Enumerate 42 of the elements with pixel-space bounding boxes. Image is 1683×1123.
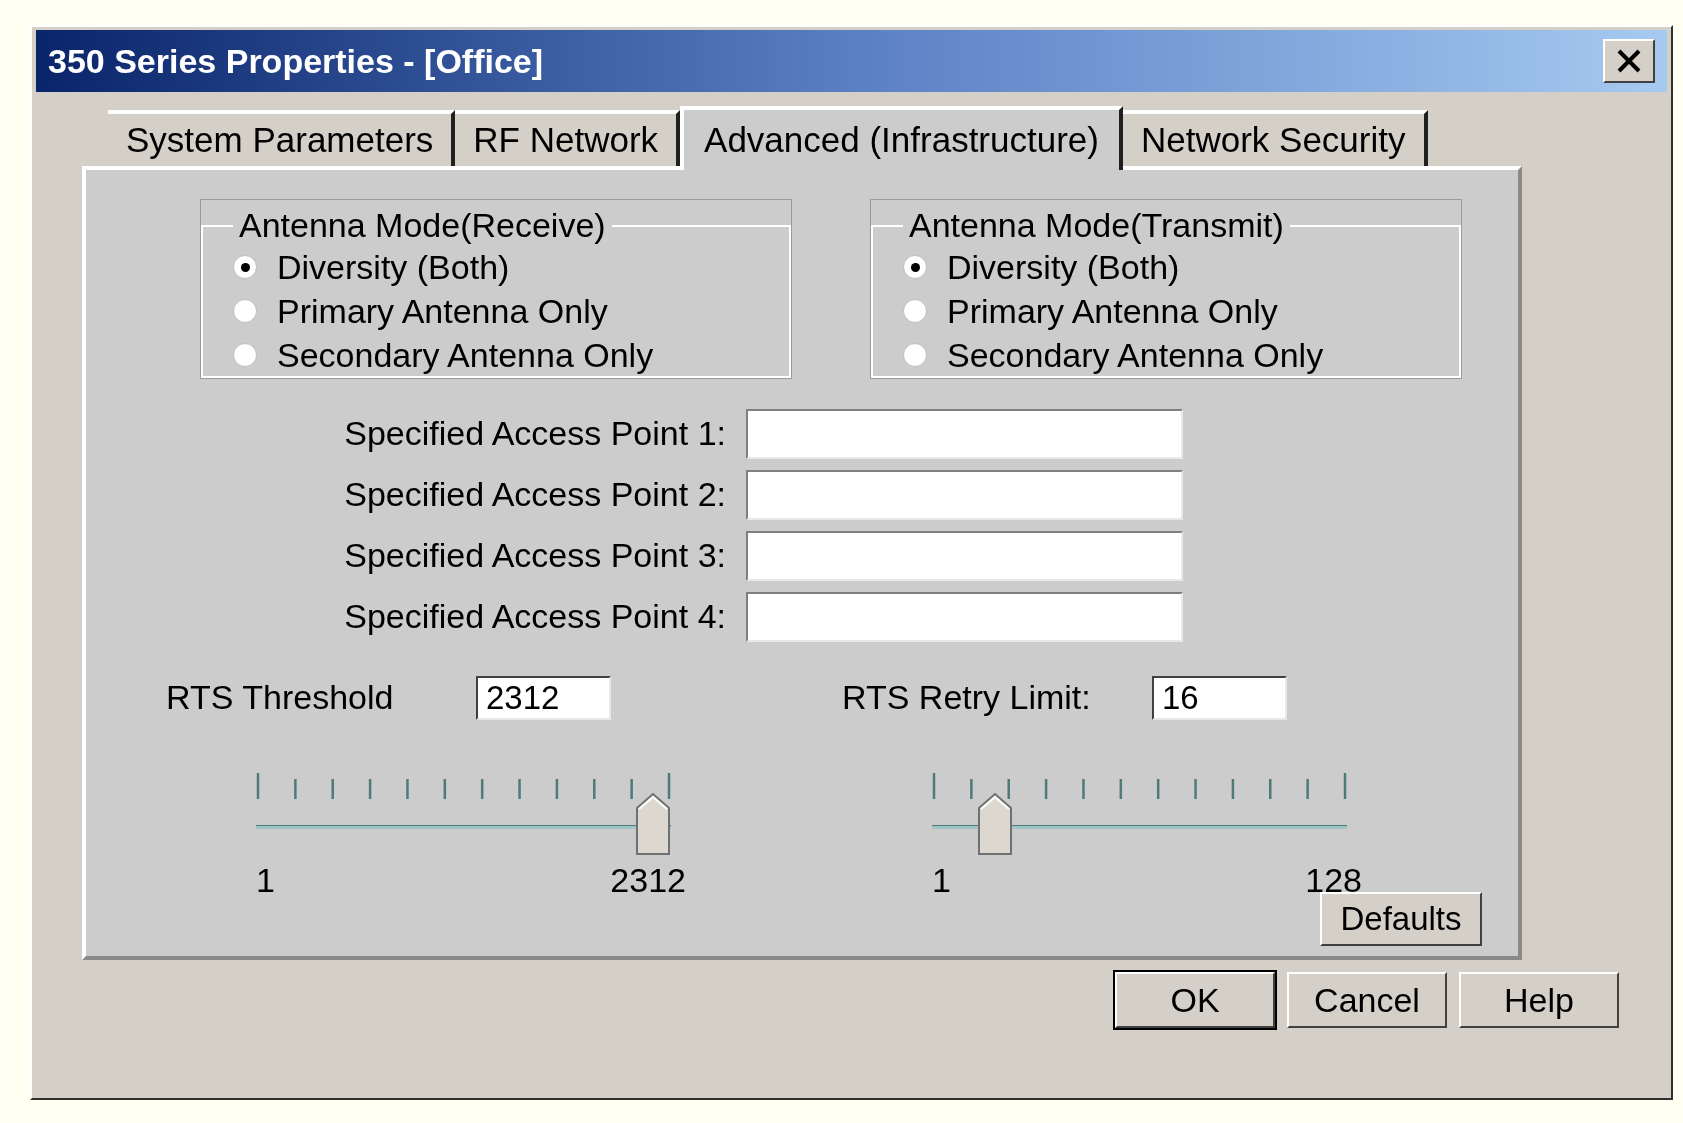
input-field[interactable]: [746, 530, 1183, 581]
radio-label: Primary Antenna Only: [277, 291, 608, 331]
input-field[interactable]: [746, 408, 1183, 459]
radio-button[interactable]: [903, 299, 927, 323]
radio-button[interactable]: [233, 343, 257, 367]
tab[interactable]: Network Security: [1122, 110, 1428, 166]
dialog-button[interactable]: Help: [1459, 972, 1619, 1028]
radio-label: Diversity (Both): [277, 247, 510, 287]
field-label: Specified Access Point 3:: [343, 535, 726, 576]
radio-label: Diversity (Both): [947, 247, 1180, 287]
tab[interactable]: System Parameters: [108, 110, 456, 166]
field-label: RTS Threshold: [166, 677, 395, 718]
slider-min-label: 1: [256, 860, 275, 901]
radio-label: Secondary Antenna Only: [277, 335, 654, 375]
close-icon: [1616, 48, 1642, 74]
input-field[interactable]: [746, 469, 1183, 520]
input-field[interactable]: 2312: [476, 675, 611, 720]
radio-button[interactable]: [903, 343, 927, 367]
window-title: 350 Series Properties - [Office]: [48, 40, 544, 82]
radio-label: Primary Antenna Only: [947, 291, 1278, 331]
close-button[interactable]: [1603, 39, 1655, 83]
radio-button[interactable]: [233, 255, 257, 279]
field-label: Specified Access Point 4:: [343, 596, 726, 637]
radio-button[interactable]: [233, 299, 257, 323]
field-label: RTS Retry Limit:: [842, 677, 1092, 718]
dialog-button[interactable]: OK: [1115, 972, 1275, 1028]
dialog-button[interactable]: Cancel: [1287, 972, 1447, 1028]
radio-label: Secondary Antenna Only: [947, 335, 1324, 375]
defaults-button[interactable]: Defaults: [1320, 892, 1482, 946]
group-title: Antenna Mode(Transmit): [908, 205, 1285, 246]
slider-max-label: 2312: [610, 860, 686, 901]
slider-min-label: 1: [932, 860, 951, 901]
tab[interactable]: RF Network: [455, 110, 681, 166]
field-label: Specified Access Point 1:: [343, 413, 726, 454]
group-title: Antenna Mode(Receive): [238, 205, 607, 246]
slider-thumb[interactable]: [635, 792, 671, 856]
field-label: Specified Access Point 2:: [343, 474, 726, 515]
radio-button[interactable]: [903, 255, 927, 279]
slider-thumb[interactable]: [977, 792, 1014, 856]
input-field[interactable]: [746, 591, 1183, 642]
input-field[interactable]: 16: [1152, 675, 1287, 720]
tab[interactable]: Advanced (Infrastructure): [680, 106, 1123, 170]
